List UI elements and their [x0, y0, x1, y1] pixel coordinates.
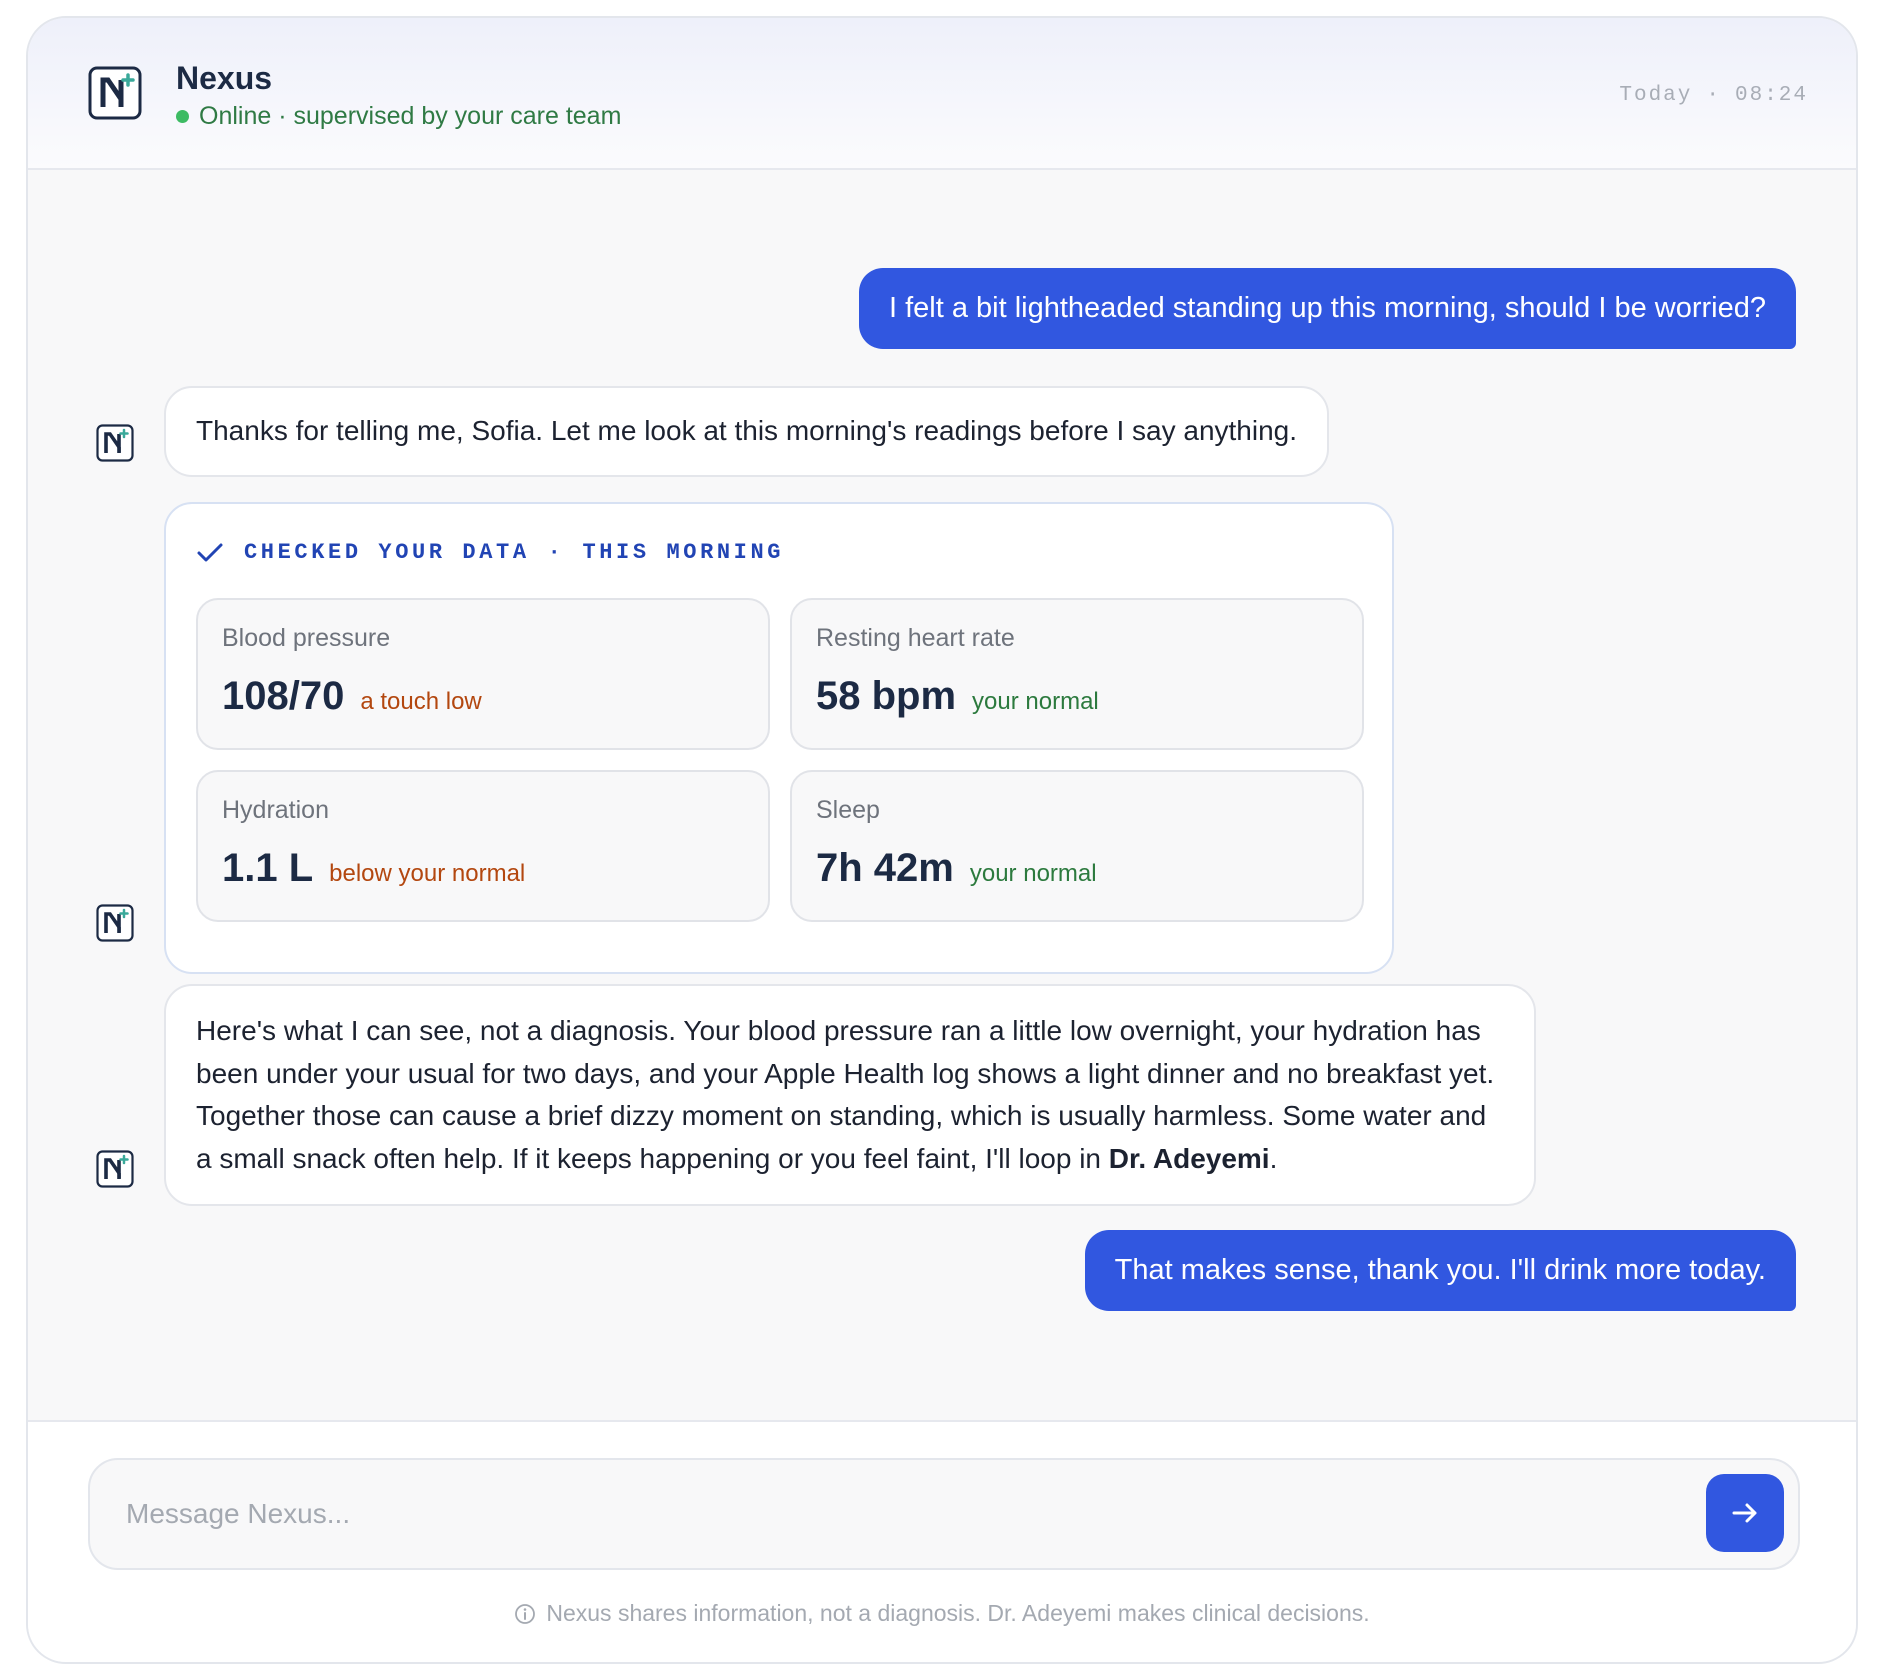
metric-note: below your normal: [329, 860, 526, 887]
message-text-end: .: [1269, 1142, 1278, 1174]
message-text: Here's what I can see, not a diagnosis. …: [196, 1015, 1495, 1174]
composer-area: Nexus shares information, not a diagnosi…: [28, 1420, 1856, 1662]
nexus-avatar-icon: [96, 424, 134, 462]
message-composer: [88, 1458, 1800, 1570]
online-status: Online · supervised by your care team: [176, 102, 621, 131]
timestamp-day: Today: [1619, 84, 1693, 107]
assistant-message: Thanks for telling me, Sofia. Let me loo…: [164, 386, 1330, 477]
metric-value: 1.1 L: [222, 846, 314, 890]
metric-value: 7h 42m: [816, 846, 954, 890]
arrow-right-icon: [1732, 1503, 1757, 1523]
check-icon: [197, 543, 223, 561]
metric-label: Sleep: [816, 796, 880, 824]
disclaimer: Nexus shares information, not a diagnosi…: [28, 1600, 1856, 1627]
send-button[interactable]: [1706, 1474, 1784, 1552]
data-check-card: CHECKED YOUR DATA · THIS MORNING Blood p…: [164, 502, 1394, 974]
metric-note: a touch low: [360, 688, 482, 715]
app-name: Nexus: [176, 60, 273, 96]
metric-resting-heart-rate: Resting heart rate 58 bpm your normal: [790, 598, 1364, 750]
timestamp-time: 08:24: [1734, 84, 1808, 107]
metric-label: Blood pressure: [222, 624, 391, 652]
online-dot-icon: [176, 110, 189, 123]
nexus-avatar-icon: [96, 904, 134, 942]
disclaimer-text: Nexus shares information, not a diagnosi…: [546, 1600, 1370, 1626]
user-message: I felt a bit lightheaded standing up thi…: [859, 268, 1796, 349]
metric-sleep: Sleep 7h 42m your normal: [790, 770, 1364, 922]
data-card-separator: ·: [547, 540, 565, 565]
data-card-title: CHECKED YOUR DATA: [244, 540, 530, 565]
chat-header: Nexus Online · supervised by your care t…: [28, 18, 1856, 170]
doctor-name: Dr. Adeyemi: [1108, 1142, 1270, 1174]
chat-window: Nexus Online · supervised by your care t…: [26, 16, 1858, 1664]
metric-value: 108/70: [222, 674, 345, 718]
message-input[interactable]: [126, 1460, 1626, 1568]
status-text: Online · supervised by your care team: [199, 102, 622, 130]
info-icon: [515, 1603, 536, 1624]
timestamp-separator: ·: [1706, 84, 1721, 107]
data-card-header: CHECKED YOUR DATA · THIS MORNING: [196, 540, 784, 565]
nexus-avatar-icon: [96, 1150, 134, 1188]
assistant-message: Here's what I can see, not a diagnosis. …: [164, 984, 1536, 1206]
metric-note: your normal: [969, 860, 1097, 887]
metric-value: 58 bpm: [816, 674, 957, 718]
metric-label: Hydration: [222, 796, 329, 824]
metric-note: your normal: [972, 688, 1099, 715]
metric-label: Resting heart rate: [816, 624, 1015, 652]
header-timestamp: Today · 08:24: [1619, 84, 1808, 107]
metric-hydration: Hydration 1.1 L below your normal: [196, 770, 770, 922]
user-message: That makes sense, thank you. I'll drink …: [1084, 1230, 1796, 1311]
metric-blood-pressure: Blood pressure 108/70 a touch low: [196, 598, 770, 750]
data-card-when: THIS MORNING: [582, 540, 785, 565]
nexus-logo-icon: [88, 66, 142, 120]
